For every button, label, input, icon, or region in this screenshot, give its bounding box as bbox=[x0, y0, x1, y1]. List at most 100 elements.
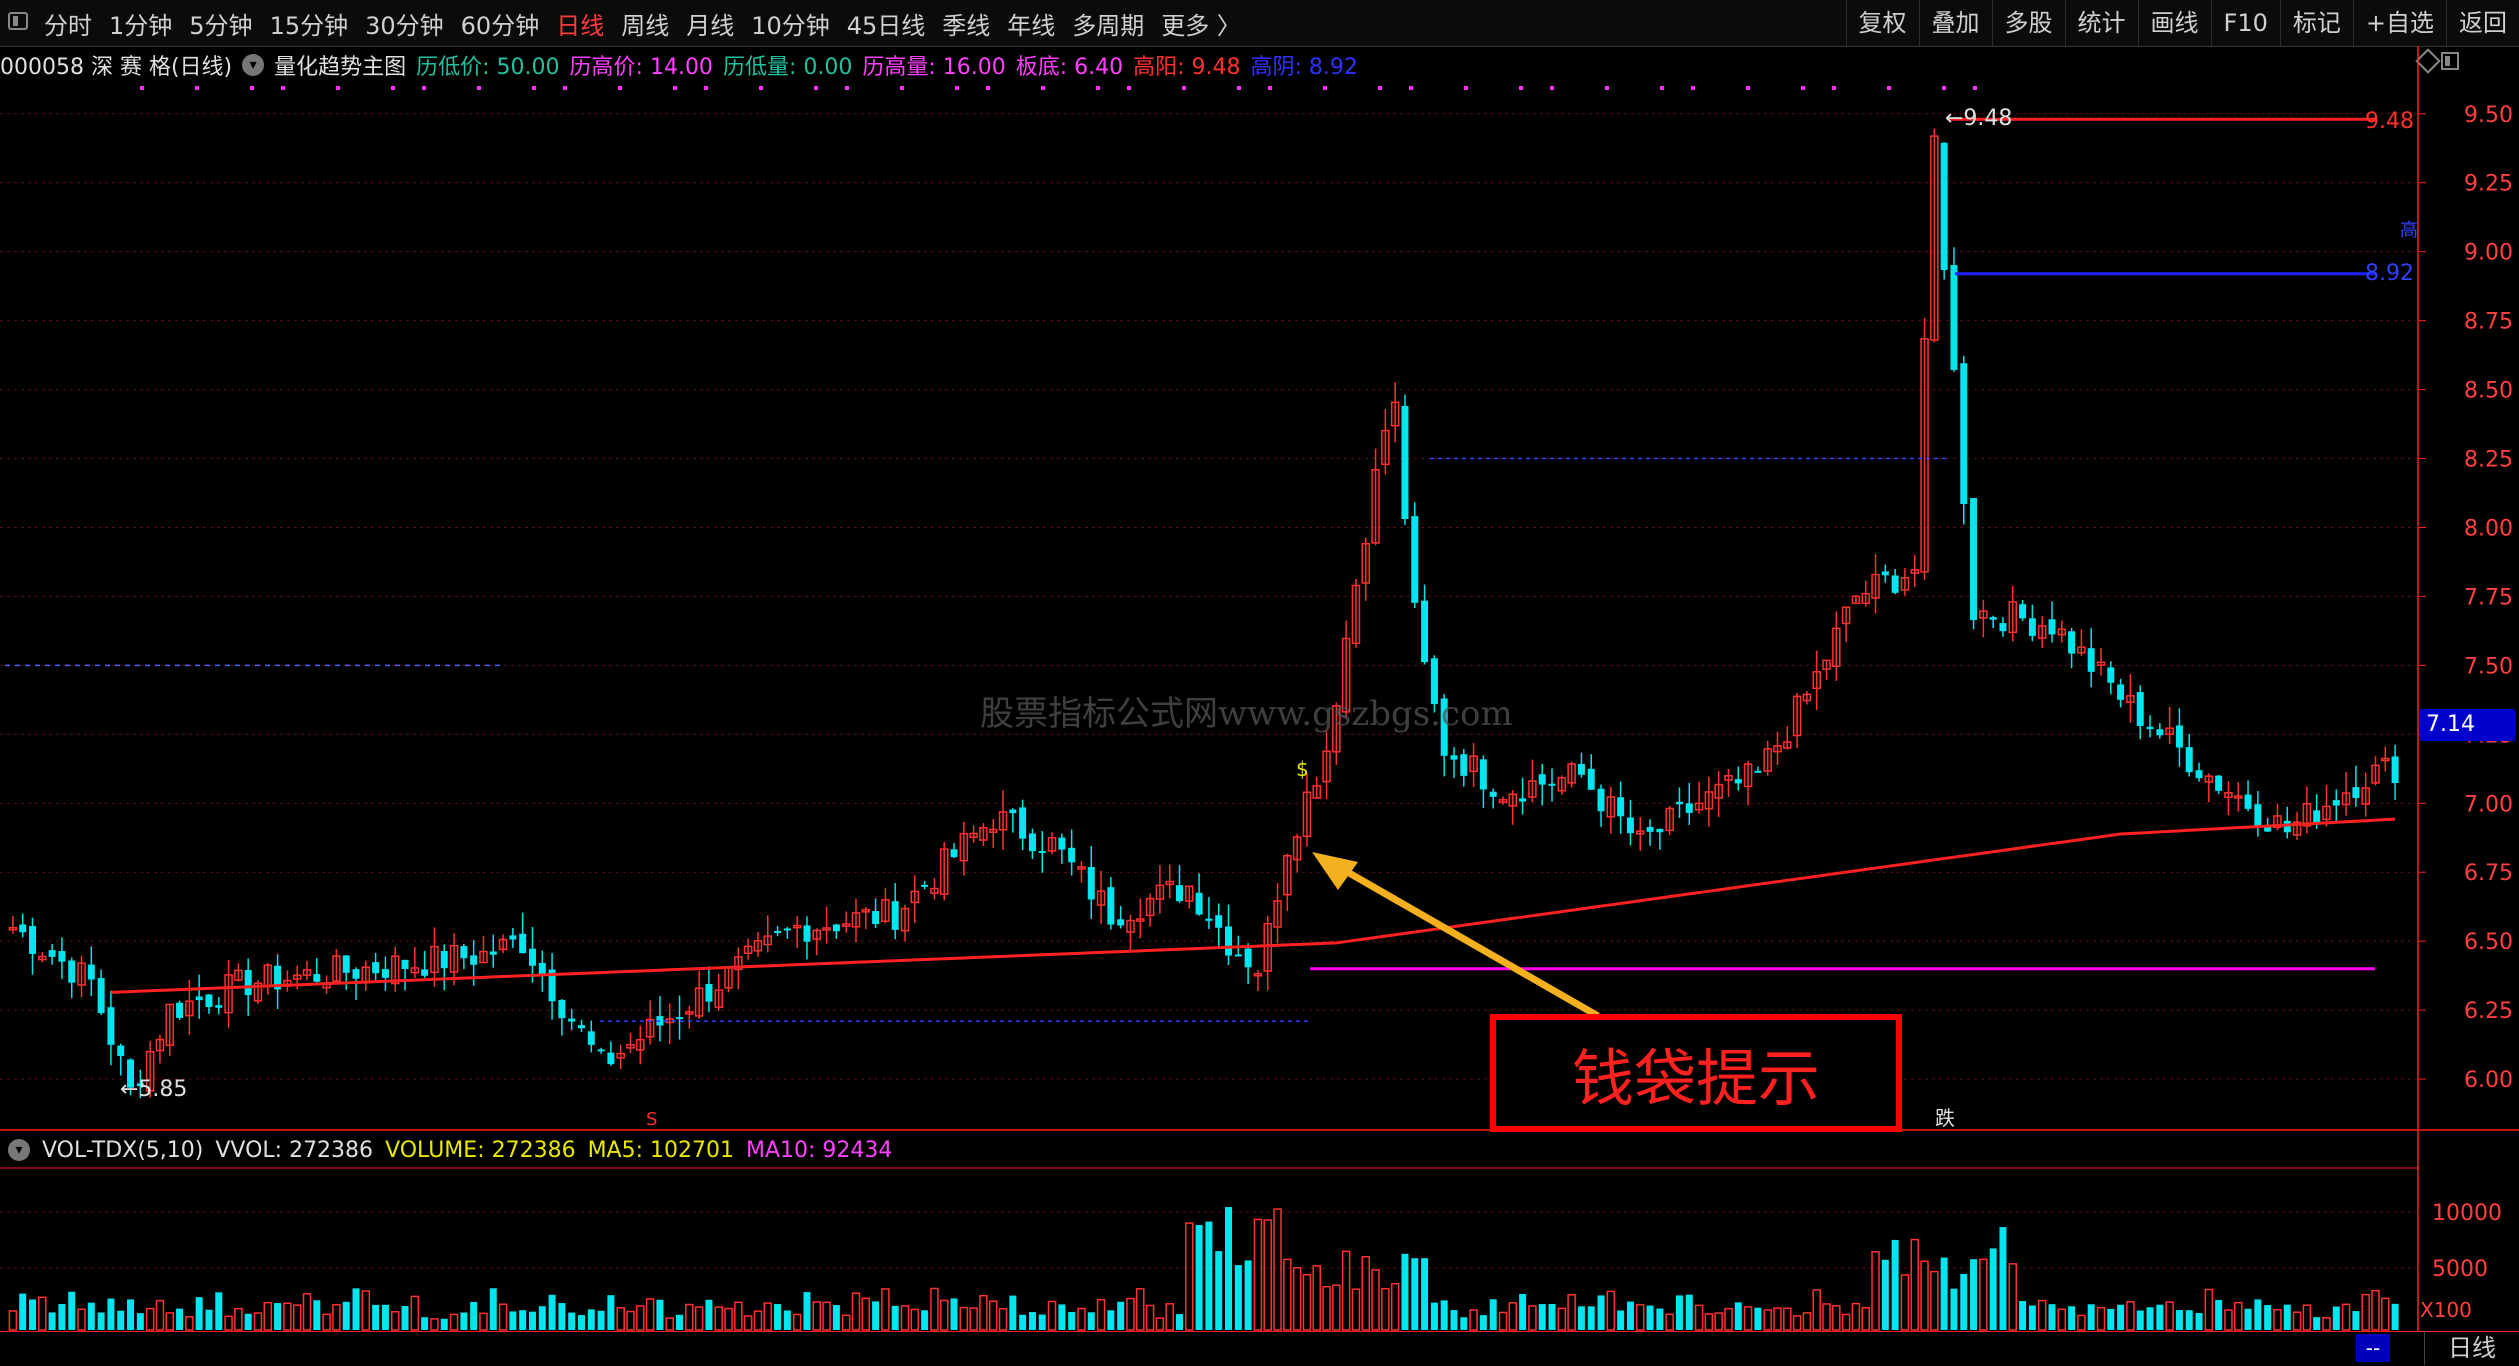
volume-bar bbox=[851, 1292, 861, 1331]
volume-bar bbox=[1225, 1207, 1233, 1330]
chevron-down-icon[interactable]: ▾ bbox=[8, 1139, 30, 1161]
right-high-yin-label: 8.92 bbox=[2365, 261, 2414, 286]
volume-bar bbox=[921, 1310, 929, 1330]
volume-bar bbox=[1656, 1308, 1664, 1330]
volume-bar bbox=[1244, 1260, 1252, 1330]
candle-body bbox=[117, 1045, 125, 1056]
volume-bar bbox=[2156, 1304, 2164, 1330]
volume-bar bbox=[136, 1313, 144, 1330]
volume-bar bbox=[58, 1304, 66, 1330]
candle-body bbox=[1626, 817, 1634, 834]
volume-bar bbox=[939, 1299, 949, 1331]
ma10-value: MA10: 92434 bbox=[746, 1137, 893, 1163]
signal-dot bbox=[759, 86, 763, 90]
volume-bar bbox=[381, 1304, 389, 1330]
volume-bar bbox=[97, 1312, 105, 1330]
volume-bar bbox=[2244, 1308, 2252, 1330]
tip-arrow-head bbox=[1312, 852, 1358, 890]
volume-bar bbox=[1205, 1221, 1213, 1330]
candle-body bbox=[1587, 768, 1595, 790]
volume-bar bbox=[2028, 1305, 2036, 1330]
volume-bar bbox=[1900, 1274, 1910, 1331]
volume-bar bbox=[1460, 1317, 1468, 1330]
volume-bar bbox=[224, 1315, 233, 1331]
candle-body bbox=[1891, 575, 1899, 593]
volume-bar bbox=[1302, 1273, 1312, 1331]
candle-body bbox=[195, 996, 203, 1001]
date-axis-bar bbox=[0, 1331, 2519, 1366]
volume-bar bbox=[77, 1308, 86, 1331]
volume-bar bbox=[263, 1301, 273, 1331]
volume-bar bbox=[2352, 1311, 2360, 1330]
volume-bar bbox=[1371, 1269, 1380, 1331]
volume-bar bbox=[68, 1291, 76, 1330]
volume-bar bbox=[1165, 1303, 1174, 1331]
volume-bar bbox=[401, 1306, 409, 1330]
volume-bar bbox=[1812, 1289, 1821, 1331]
candle-body bbox=[1656, 828, 1664, 833]
period-indicator[interactable]: 日线 bbox=[2424, 1331, 2519, 1365]
volume-bar bbox=[1743, 1306, 1753, 1331]
volume-bar bbox=[676, 1314, 684, 1330]
signal-dot bbox=[1832, 86, 1836, 90]
candle-body bbox=[1038, 850, 1046, 853]
candle-body bbox=[607, 1052, 615, 1065]
event-tag-s: S bbox=[646, 1109, 657, 1130]
volume-bar bbox=[1881, 1259, 1889, 1330]
candle-body bbox=[2185, 747, 2193, 773]
candle-body bbox=[1019, 807, 1027, 839]
candle-body bbox=[29, 926, 37, 954]
volume-bar bbox=[1597, 1295, 1605, 1330]
volume-bar bbox=[205, 1309, 213, 1330]
volume-bar bbox=[185, 1316, 194, 1331]
volume-bar bbox=[332, 1303, 341, 1331]
volume-bar bbox=[743, 1315, 753, 1331]
right-high-yang-label: 9.48 bbox=[2365, 109, 2414, 134]
volume-bar bbox=[714, 1306, 723, 1331]
candle-body bbox=[1175, 885, 1183, 902]
volume-bar bbox=[2204, 1288, 2214, 1331]
volume-bar bbox=[1019, 1314, 1027, 1330]
volume-bar bbox=[283, 1302, 292, 1331]
volume-bar bbox=[538, 1306, 546, 1330]
candle-body bbox=[1225, 926, 1233, 956]
candle-body bbox=[2313, 810, 2321, 824]
price-tick-label: 9.25 bbox=[2464, 172, 2513, 197]
volume-bar bbox=[489, 1288, 497, 1330]
volume-bar bbox=[1421, 1258, 1429, 1330]
signal-dot bbox=[704, 86, 708, 90]
volume-bar bbox=[2175, 1310, 2183, 1330]
volume-bar bbox=[1930, 1270, 1939, 1331]
volume-bar bbox=[1047, 1300, 1057, 1331]
candle-body bbox=[587, 1031, 595, 1045]
signal-dot bbox=[1464, 86, 1468, 90]
price-tick-label: 6.50 bbox=[2464, 930, 2513, 955]
candle-body bbox=[2156, 729, 2164, 736]
volume-bar bbox=[1694, 1304, 1704, 1331]
volume-bar bbox=[244, 1313, 252, 1330]
volume-bar bbox=[1087, 1312, 1095, 1330]
volume-bar bbox=[950, 1298, 958, 1330]
volume-bar bbox=[753, 1310, 763, 1331]
volume-bar bbox=[979, 1294, 988, 1331]
candle-body bbox=[1058, 837, 1066, 850]
volume-bar bbox=[1283, 1258, 1292, 1331]
volume-bar bbox=[1263, 1219, 1272, 1331]
candle-body bbox=[460, 946, 468, 959]
volume-bar bbox=[195, 1297, 203, 1330]
candle-body bbox=[215, 1005, 223, 1008]
candle-body bbox=[381, 969, 389, 978]
volume-bar bbox=[1068, 1312, 1076, 1330]
volume-title[interactable]: VOL-TDX(5,10) bbox=[42, 1138, 203, 1163]
volume-bar bbox=[155, 1299, 165, 1331]
volume-bar bbox=[626, 1310, 635, 1331]
candle-body bbox=[509, 935, 517, 940]
volume-bar bbox=[1117, 1301, 1125, 1330]
signal-dot bbox=[955, 86, 959, 90]
volume-bar bbox=[107, 1298, 115, 1330]
volume-bar bbox=[988, 1300, 998, 1331]
money-bag-icon: $ bbox=[1296, 757, 1309, 781]
volume-bar bbox=[2077, 1314, 2086, 1331]
volume-bar bbox=[1312, 1265, 1321, 1331]
volume-bar bbox=[803, 1292, 811, 1330]
